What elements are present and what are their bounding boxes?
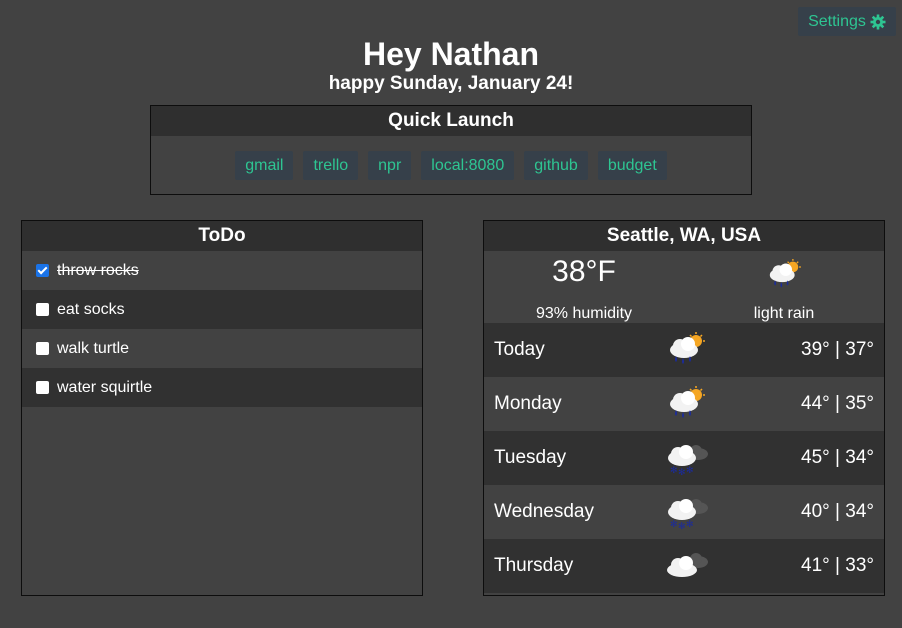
weather-panel: Seattle, WA, USA 38°F 93% humidity light…	[483, 220, 885, 596]
forecast-temps: 40° | 34°	[801, 501, 874, 522]
quick-launch-title: Quick Launch	[151, 106, 751, 136]
forecast-temps: 39° | 37°	[801, 339, 874, 360]
current-temperature: 38°F	[552, 255, 616, 288]
link-github[interactable]: github	[524, 151, 588, 180]
todo-item-text: eat socks	[57, 300, 125, 318]
forecast-row: Today 39° | 37°	[484, 323, 884, 377]
current-humidity: 93% humidity	[535, 305, 633, 322]
forecast-day: Monday	[494, 393, 562, 414]
todo-item-text: throw rocks	[57, 261, 139, 279]
forecast-day: Thursday	[494, 555, 574, 576]
snow-cloud-icon	[668, 445, 708, 476]
link-npr[interactable]: npr	[368, 151, 412, 180]
todo-checkbox[interactable]	[36, 303, 49, 316]
settings-button[interactable]: Settings	[798, 7, 896, 36]
todo-title: ToDo	[22, 221, 422, 251]
quick-launch-links: gmail trello npr local:8080 github budge…	[151, 136, 751, 180]
rain-sun-icon	[669, 386, 706, 419]
todo-panel: ToDo throw rocks eat socks walk turtle w…	[21, 220, 423, 596]
link-budget[interactable]: budget	[597, 151, 667, 180]
greeting-subtitle: happy Sunday, January 24!	[328, 73, 574, 94]
quick-launch-panel: Quick Launch gmail trello npr local:8080…	[150, 105, 752, 195]
forecast-temps: 44° | 35°	[801, 393, 874, 414]
link-local[interactable]: local:8080	[421, 151, 515, 180]
link-gmail[interactable]: gmail	[235, 151, 294, 180]
todo-checkbox[interactable]	[36, 381, 49, 394]
weather-location: Seattle, WA, USA	[484, 221, 884, 251]
todo-checkbox[interactable]	[36, 342, 49, 355]
rain-sun-icon	[769, 259, 802, 289]
snow-cloud-icon	[668, 499, 708, 530]
todo-checkbox[interactable]	[36, 264, 49, 277]
link-trello[interactable]: trello	[303, 151, 359, 180]
cloud-icon	[667, 553, 708, 577]
todo-item-text: water squirtle	[57, 378, 153, 396]
forecast-row: Thursday 41° | 33°	[484, 539, 884, 593]
todo-item: water squirtle	[22, 368, 422, 407]
todo-item: walk turtle	[22, 329, 422, 368]
todo-list: throw rocks eat socks walk turtle water …	[22, 251, 422, 407]
forecast-temps: 41° | 33°	[801, 555, 874, 576]
todo-item-text: walk turtle	[57, 339, 130, 357]
current-condition: light rain	[753, 305, 815, 322]
forecast-day: Today	[494, 339, 545, 360]
rain-sun-icon	[669, 332, 706, 365]
forecast-day: Tuesday	[494, 447, 567, 468]
todo-item: throw rocks	[22, 251, 422, 290]
forecast-list: Today 39° | 37° Monday 44° | 35° Tuesday…	[484, 323, 884, 593]
todo-item: eat socks	[22, 290, 422, 329]
forecast-temps: 45° | 34°	[801, 447, 874, 468]
gear-icon	[870, 14, 886, 29]
forecast-row: Monday 44° | 35°	[484, 377, 884, 431]
forecast-day: Wednesday	[494, 501, 594, 522]
settings-label: Settings	[808, 12, 866, 30]
forecast-row: Tuesday 45° | 34°	[484, 431, 884, 485]
greeting-title: Hey Nathan	[362, 36, 540, 72]
current-weather: 38°F 93% humidity light rain	[484, 251, 884, 323]
forecast-row: Wednesday 40° | 34°	[484, 485, 884, 539]
